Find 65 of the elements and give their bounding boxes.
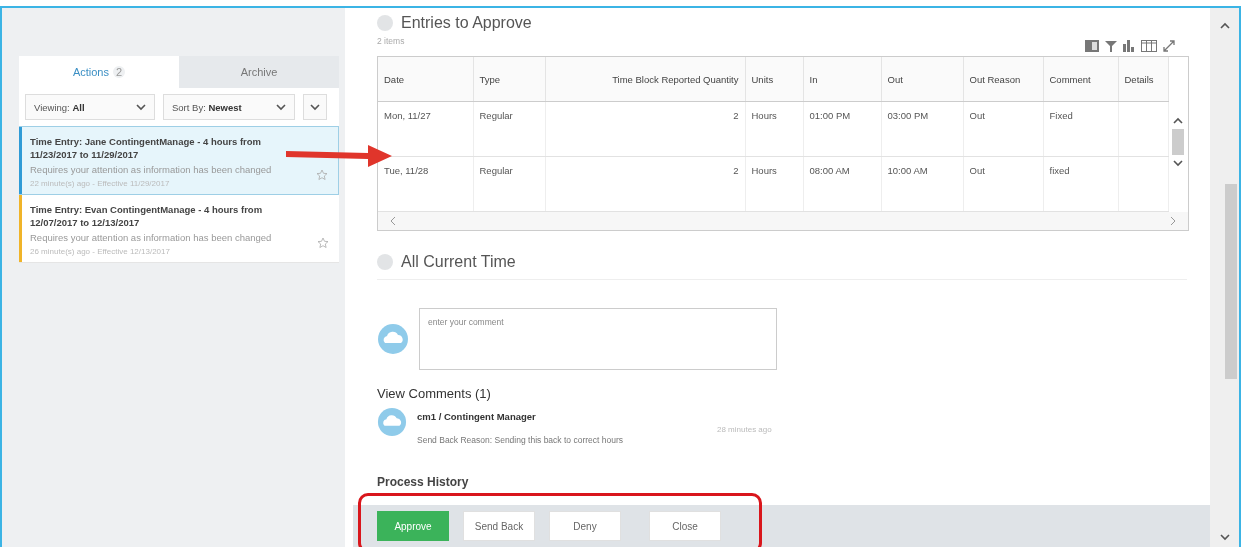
count-badge: 2 xyxy=(112,66,126,78)
dropdown[interactable]: Sort By: Newest xyxy=(163,94,295,120)
chevron-down-icon[interactable] xyxy=(1219,533,1230,541)
dropdown[interactable]: Viewing: All xyxy=(25,94,155,120)
item-message: Requires your attention as information has been changed xyxy=(30,232,273,243)
comment-field[interactable]: enter your comment xyxy=(419,308,777,370)
table-cell: 2 xyxy=(545,101,745,157)
tab[interactable]: Actions 2 xyxy=(19,56,179,88)
comment-text: Send Back Reason: Sending this back to correct hours xyxy=(417,435,624,445)
chevron-down-icon[interactable] xyxy=(136,103,146,111)
menu-button[interactable] xyxy=(303,94,327,120)
action-button[interactable]: Close xyxy=(649,511,721,541)
tab[interactable]: Archive xyxy=(179,56,339,88)
table-cell: 2 xyxy=(545,156,745,212)
section-title: Process History xyxy=(377,475,470,489)
comments-heading: View Comments (1) xyxy=(377,386,492,401)
excel-icon[interactable] xyxy=(1085,40,1099,52)
column-header[interactable]: Units xyxy=(745,57,803,102)
chevron-right-icon[interactable] xyxy=(1170,216,1176,226)
action-button[interactable]: Deny xyxy=(549,511,621,541)
item-title: Time Entry: Evan ContingentManage - 4 hours from 12/07/2017 to 12/13/2017 xyxy=(30,203,264,229)
avatar-icon xyxy=(377,407,407,437)
bar-chart-icon[interactable] xyxy=(1123,40,1135,52)
chevron-down-icon[interactable] xyxy=(310,103,320,111)
table-cell: Regular xyxy=(473,101,545,157)
section-title: Entries to Approve xyxy=(401,14,532,32)
column-header[interactable]: Date xyxy=(378,57,473,102)
star-icon[interactable] xyxy=(317,237,329,249)
table-cell: Hours xyxy=(745,156,803,212)
table-cell: Out xyxy=(963,156,1043,212)
column-header[interactable]: Out xyxy=(881,57,963,102)
action-button[interactable]: Send Back xyxy=(463,511,535,541)
table-cell: fixed xyxy=(1043,156,1118,212)
avatar-icon xyxy=(377,323,409,355)
table-cell: Out xyxy=(963,101,1043,157)
chevron-up-icon[interactable] xyxy=(1173,117,1184,125)
chevron-down-icon[interactable] xyxy=(1173,159,1184,167)
item-title: Time Entry: Jane ContingentManage - 4 hours from 11/23/2017 to 11/29/2017 xyxy=(30,135,263,161)
expand-icon[interactable] xyxy=(1163,40,1175,52)
table-cell: Fixed xyxy=(1043,101,1118,157)
scrollbar-thumb[interactable] xyxy=(1224,184,1237,379)
column-header[interactable]: In xyxy=(803,57,881,102)
filter-icon[interactable] xyxy=(1105,40,1117,52)
table-cell: 08:00 AM xyxy=(803,156,881,212)
column-header[interactable]: Comment xyxy=(1043,57,1118,102)
star-icon[interactable] xyxy=(316,169,328,181)
column-header[interactable]: Out Reason xyxy=(963,57,1043,102)
chevron-left-icon[interactable] xyxy=(390,216,396,226)
comment-author: cm1 / Contingent Manager xyxy=(417,411,537,422)
item-message: Requires your attention as information has been changed xyxy=(30,164,273,175)
scrollbar[interactable] xyxy=(1210,8,1239,547)
scrollbar-thumb[interactable] xyxy=(1172,129,1185,155)
table-cell: 03:00 PM xyxy=(881,101,963,157)
item-count: 2 items xyxy=(377,36,406,46)
table-cell: 01:00 PM xyxy=(803,101,881,157)
chevron-down-icon[interactable] xyxy=(276,103,286,111)
columns-icon[interactable] xyxy=(1141,40,1157,52)
column-header[interactable]: Time Block Reported Quantity xyxy=(545,57,745,102)
table-cell: Regular xyxy=(473,156,545,212)
column-header[interactable]: Details xyxy=(1118,57,1168,102)
column-header[interactable]: Type xyxy=(473,57,545,102)
table-cell: 10:00 AM xyxy=(881,156,963,212)
chevron-up-icon[interactable] xyxy=(1219,22,1230,30)
table-cell: Hours xyxy=(745,101,803,157)
section-title: All Current Time xyxy=(401,253,516,271)
